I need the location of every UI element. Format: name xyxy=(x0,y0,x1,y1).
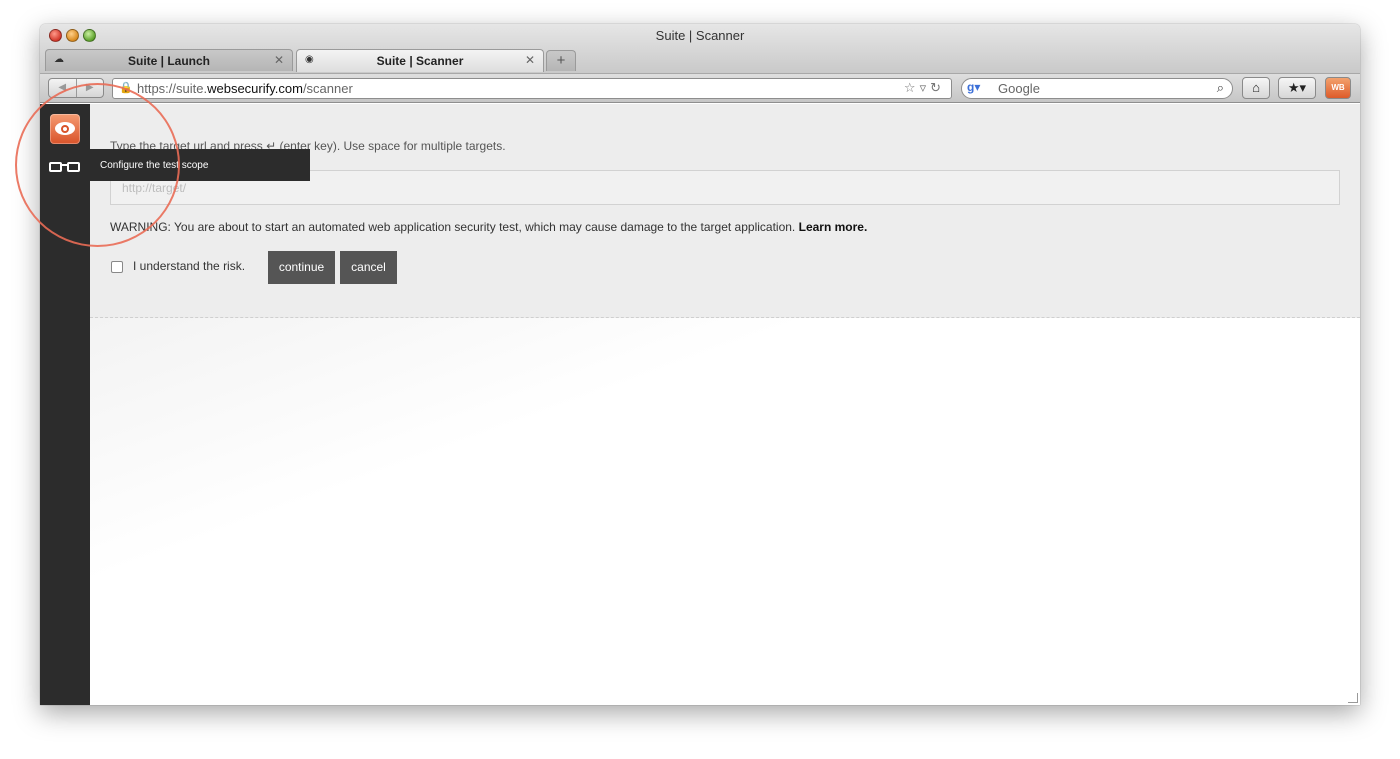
bookmark-star-icon[interactable]: ☆ xyxy=(904,80,920,95)
forward-arrow-icon[interactable]: ▶ xyxy=(77,79,104,97)
window-title: Suite | Scanner xyxy=(655,28,745,43)
scanner-logo-icon[interactable] xyxy=(50,114,80,144)
close-tab-icon[interactable]: ✕ xyxy=(525,53,535,67)
url-text: https://suite.websecurify.com/scanner xyxy=(137,81,353,96)
back-forward-group: ◀ ▶ xyxy=(48,78,104,98)
tab-label: Suite | Launch xyxy=(127,54,211,68)
bookmarks-icon: ★▾ xyxy=(1287,80,1307,95)
search-placeholder: Google xyxy=(998,81,1040,96)
tab-label: Suite | Scanner xyxy=(376,54,464,68)
scanner-content: Type the target url and press ↵ (enter k… xyxy=(90,104,1360,705)
reload-icon[interactable]: ↻ xyxy=(930,80,945,95)
history-dropdown-icon[interactable]: ▿ xyxy=(920,80,931,95)
back-arrow-icon[interactable]: ◀ xyxy=(49,79,77,97)
understand-risk-label[interactable]: I understand the risk. xyxy=(133,259,245,273)
target-config-panel: Type the target url and press ↵ (enter k… xyxy=(90,104,1360,318)
navigation-toolbar: ◀ ▶ 🔒 https://suite.websecurify.com/scan… xyxy=(40,74,1360,103)
learn-more-link[interactable]: Learn more. xyxy=(799,220,868,234)
search-icon[interactable]: ⌕ xyxy=(1217,80,1224,96)
lock-icon: 🔒 xyxy=(119,82,133,94)
google-engine-icon[interactable]: g▾ xyxy=(967,80,980,94)
resize-grip-icon[interactable] xyxy=(1348,693,1358,703)
tab-launch[interactable]: ☁ Suite | Launch ✕ xyxy=(45,49,293,71)
continue-button[interactable]: continue xyxy=(268,251,335,284)
tab-scanner[interactable]: ◉ Suite | Scanner ✕ xyxy=(296,49,544,72)
understand-risk-checkbox[interactable] xyxy=(111,261,123,273)
glasses-icon[interactable] xyxy=(49,160,81,174)
search-field[interactable]: g▾ Google ⌕ xyxy=(961,78,1233,99)
new-tab-button[interactable]: + xyxy=(546,50,576,71)
close-tab-icon[interactable]: ✕ xyxy=(274,53,284,67)
warning-text: WARNING: You are about to start an autom… xyxy=(110,220,868,234)
title-bar: Suite | Scanner ☁ Suite | Launch ✕ ◉ Sui… xyxy=(40,24,1360,74)
sidebar-tooltip: Configure the test scope xyxy=(90,149,310,181)
websecurify-extension-button[interactable]: WB xyxy=(1325,77,1351,99)
bookmarks-menu-button[interactable]: ★▾ xyxy=(1278,77,1316,99)
home-icon: ⌂ xyxy=(1252,80,1260,95)
browser-window: Suite | Scanner ☁ Suite | Launch ✕ ◉ Sui… xyxy=(40,24,1360,705)
websecurify-icon: WB xyxy=(1331,83,1345,92)
address-bar[interactable]: 🔒 https://suite.websecurify.com/scanner … xyxy=(112,78,952,99)
cancel-button[interactable]: cancel xyxy=(340,251,397,284)
app-sidebar xyxy=(40,104,90,705)
home-button[interactable]: ⌂ xyxy=(1242,77,1270,99)
